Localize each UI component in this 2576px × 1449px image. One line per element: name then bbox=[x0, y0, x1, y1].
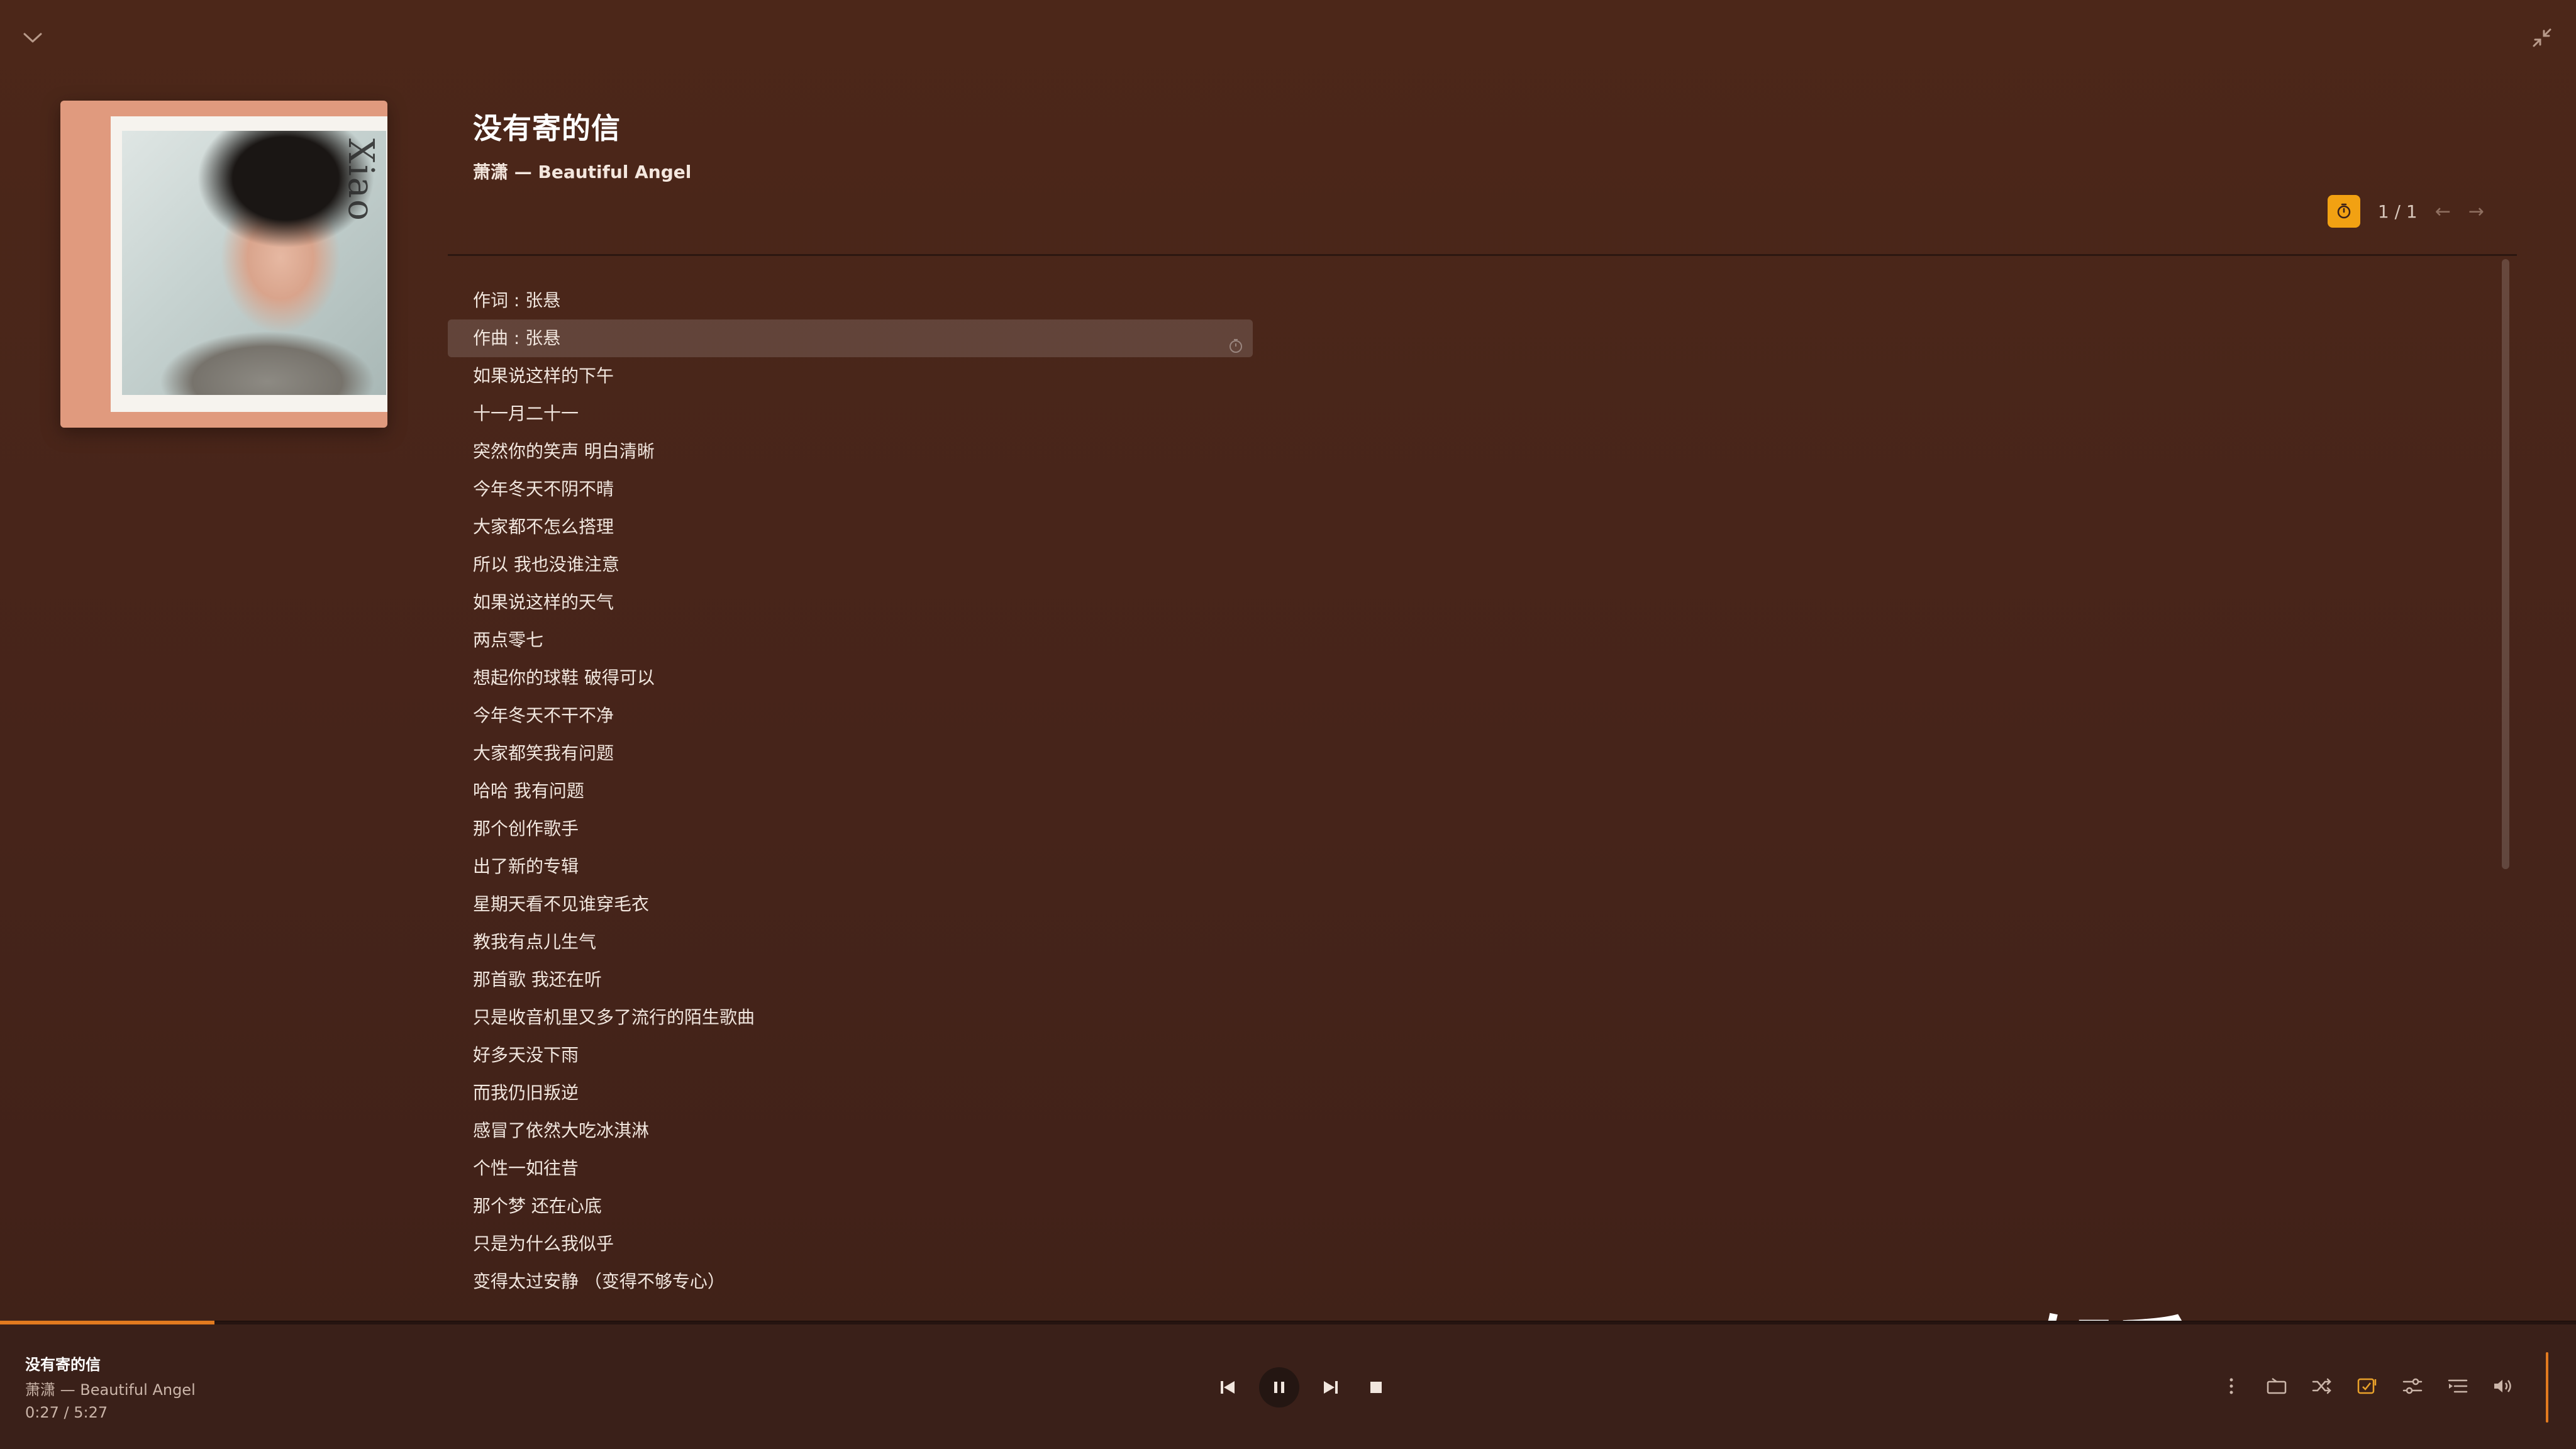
lyric-text: 如果说这样的天气 bbox=[473, 592, 614, 613]
secondary-controls bbox=[2219, 1374, 2516, 1399]
shuffle-icon[interactable] bbox=[2309, 1374, 2334, 1399]
lyric-text: 作曲 : 张悬 bbox=[473, 328, 561, 348]
header-divider bbox=[448, 254, 2517, 256]
lyric-line-active[interactable]: 作曲 : 张悬 bbox=[448, 319, 1253, 357]
lyric-text: 今年冬天不干不净 bbox=[473, 705, 614, 726]
lyric-line[interactable]: 作词 : 张悬 bbox=[448, 282, 1253, 319]
lyric-text: 两点零七 bbox=[473, 630, 544, 650]
equalizer-icon[interactable] bbox=[2400, 1374, 2425, 1399]
progress-bar[interactable] bbox=[0, 1321, 2576, 1324]
now-playing-time: 0:27 / 5:27 bbox=[25, 1404, 108, 1421]
lyric-text: 好多天没下雨 bbox=[473, 1045, 579, 1065]
lyric-line[interactable]: 如果说这样的下午 bbox=[448, 357, 1253, 395]
lyric-text: 感冒了依然大吃冰淇淋 bbox=[473, 1120, 650, 1141]
lyric-text: 如果说这样的下午 bbox=[473, 365, 614, 386]
lyric-text: 只是收音机里又多了流行的陌生歌曲 bbox=[473, 1007, 755, 1028]
lyric-text: 星期天看不见谁穿毛衣 bbox=[473, 894, 650, 914]
lyric-text: 十一月二十一 bbox=[473, 403, 579, 424]
lyric-text: 教我有点儿生气 bbox=[473, 931, 597, 952]
lyric-line[interactable]: 变得太过安静 （变得不够专心） bbox=[448, 1263, 1253, 1301]
song-subtitle: 萧潇 — Beautiful Angel bbox=[473, 162, 692, 182]
now-playing-title: 没有寄的信 bbox=[25, 1356, 101, 1374]
lyric-line[interactable]: 那首歌 我还在听 bbox=[448, 961, 1253, 999]
lyrics-icon[interactable] bbox=[2355, 1374, 2380, 1399]
lyric-line[interactable]: 十一月二十一 bbox=[448, 395, 1253, 433]
album-art: Xiao bbox=[60, 101, 387, 428]
lyric-line[interactable]: 想起你的球鞋 破得可以 bbox=[448, 659, 1253, 697]
lyric-line[interactable]: 那个梦 还在心底 bbox=[448, 1187, 1253, 1225]
volume-icon[interactable] bbox=[2490, 1374, 2516, 1399]
lyric-text: 只是为什么我似乎 bbox=[473, 1233, 614, 1254]
lyric-text: 大家都笑我有问题 bbox=[473, 743, 614, 763]
lyric-source-controls: 1 / 1 ← → bbox=[2327, 195, 2484, 228]
more-vertical-icon[interactable] bbox=[2219, 1374, 2244, 1399]
lyric-text: 变得太过安静 （变得不够专心） bbox=[473, 1271, 725, 1292]
lyric-text: 想起你的球鞋 破得可以 bbox=[473, 667, 655, 688]
timer-icon[interactable] bbox=[2327, 195, 2360, 228]
lyric-line[interactable]: 哈哈 我有问题 bbox=[448, 772, 1253, 810]
lyric-line[interactable]: 出了新的专辑 bbox=[448, 848, 1253, 886]
lyric-text: 那个创作歌手 bbox=[473, 818, 579, 839]
lyric-line[interactable]: 感冒了依然大吃冰淇淋 bbox=[448, 1112, 1253, 1150]
window-icon[interactable] bbox=[2264, 1374, 2289, 1399]
song-title: 没有寄的信 bbox=[473, 111, 621, 145]
lyric-line[interactable]: 好多天没下雨 bbox=[448, 1036, 1253, 1074]
collapse-arrows-icon[interactable] bbox=[2527, 23, 2557, 53]
lyric-line[interactable]: 个性一如往昔 bbox=[448, 1150, 1253, 1187]
lyric-text: 哈哈 我有问题 bbox=[473, 780, 584, 801]
page-indicator: 1 / 1 bbox=[2377, 201, 2418, 222]
skip-next-icon[interactable] bbox=[1317, 1374, 1345, 1401]
transport-controls bbox=[1214, 1367, 1390, 1407]
lyric-line[interactable]: 星期天看不见谁穿毛衣 bbox=[448, 886, 1253, 923]
lyric-text: 那个梦 还在心底 bbox=[473, 1196, 602, 1216]
lyric-line[interactable]: 教我有点儿生气 bbox=[448, 923, 1253, 961]
lyric-text: 那首歌 我还在听 bbox=[473, 969, 602, 990]
lyrics-list: 作词 : 张悬 作曲 : 张悬如果说这样的下午 十一月二十一突然你的笑声 明白清晰今… bbox=[448, 282, 1253, 1301]
next-lyric-button[interactable]: → bbox=[2468, 201, 2484, 223]
lyric-line[interactable]: 大家都笑我有问题 bbox=[448, 735, 1253, 772]
skip-previous-icon[interactable] bbox=[1214, 1374, 1241, 1401]
lyric-line[interactable]: 大家都不怎么搭理 bbox=[448, 508, 1253, 546]
lyric-line[interactable]: 只是收音机里又多了流行的陌生歌曲 bbox=[448, 999, 1253, 1036]
lyric-text: 作词 : 张悬 bbox=[473, 290, 561, 311]
pause-icon[interactable] bbox=[1259, 1367, 1299, 1407]
lyric-text: 个性一如往昔 bbox=[473, 1158, 579, 1179]
lyric-line[interactable]: 所以 我也没谁注意 bbox=[448, 546, 1253, 584]
player-app: Xiao 没有寄的信 萧潇 — Beautiful Angel 1 / 1 ← … bbox=[0, 0, 2576, 1449]
progress-fill bbox=[0, 1321, 214, 1324]
lyric-text: 而我仍旧叛逆 bbox=[473, 1082, 579, 1103]
prev-lyric-button[interactable]: ← bbox=[2435, 201, 2451, 223]
lyric-text: 今年冬天不阴不晴 bbox=[473, 479, 614, 499]
lyric-line[interactable]: 只是为什么我似乎 bbox=[448, 1225, 1253, 1263]
lyric-line[interactable]: 而我仍旧叛逆 bbox=[448, 1074, 1253, 1112]
lyric-text: 突然你的笑声 明白清晰 bbox=[473, 441, 655, 462]
lyric-line[interactable]: 如果说这样的天气 bbox=[448, 584, 1253, 621]
stop-icon[interactable] bbox=[1362, 1374, 1390, 1401]
lyric-text: 所以 我也没谁注意 bbox=[473, 554, 619, 575]
queue-icon[interactable] bbox=[2445, 1374, 2470, 1399]
now-playing-artist: 萧潇 — Beautiful Angel bbox=[25, 1381, 196, 1399]
lyric-line[interactable]: 两点零七 bbox=[448, 621, 1253, 659]
lyric-line[interactable]: 今年冬天不干不净 bbox=[448, 697, 1253, 735]
lyric-text: 大家都不怎么搭理 bbox=[473, 516, 614, 537]
chevron-down-icon[interactable] bbox=[18, 23, 48, 53]
lyric-line[interactable]: 今年冬天不阴不晴 bbox=[448, 470, 1253, 508]
lyrics-scrollbar[interactable] bbox=[2502, 259, 2509, 869]
lyric-line[interactable]: 那个创作歌手 bbox=[448, 810, 1253, 848]
album-cover-text: Xiao bbox=[340, 138, 381, 222]
volume-slider[interactable] bbox=[2546, 1352, 2548, 1423]
lyric-line[interactable]: 突然你的笑声 明白清晰 bbox=[448, 433, 1253, 470]
lyric-text: 出了新的专辑 bbox=[473, 856, 579, 877]
